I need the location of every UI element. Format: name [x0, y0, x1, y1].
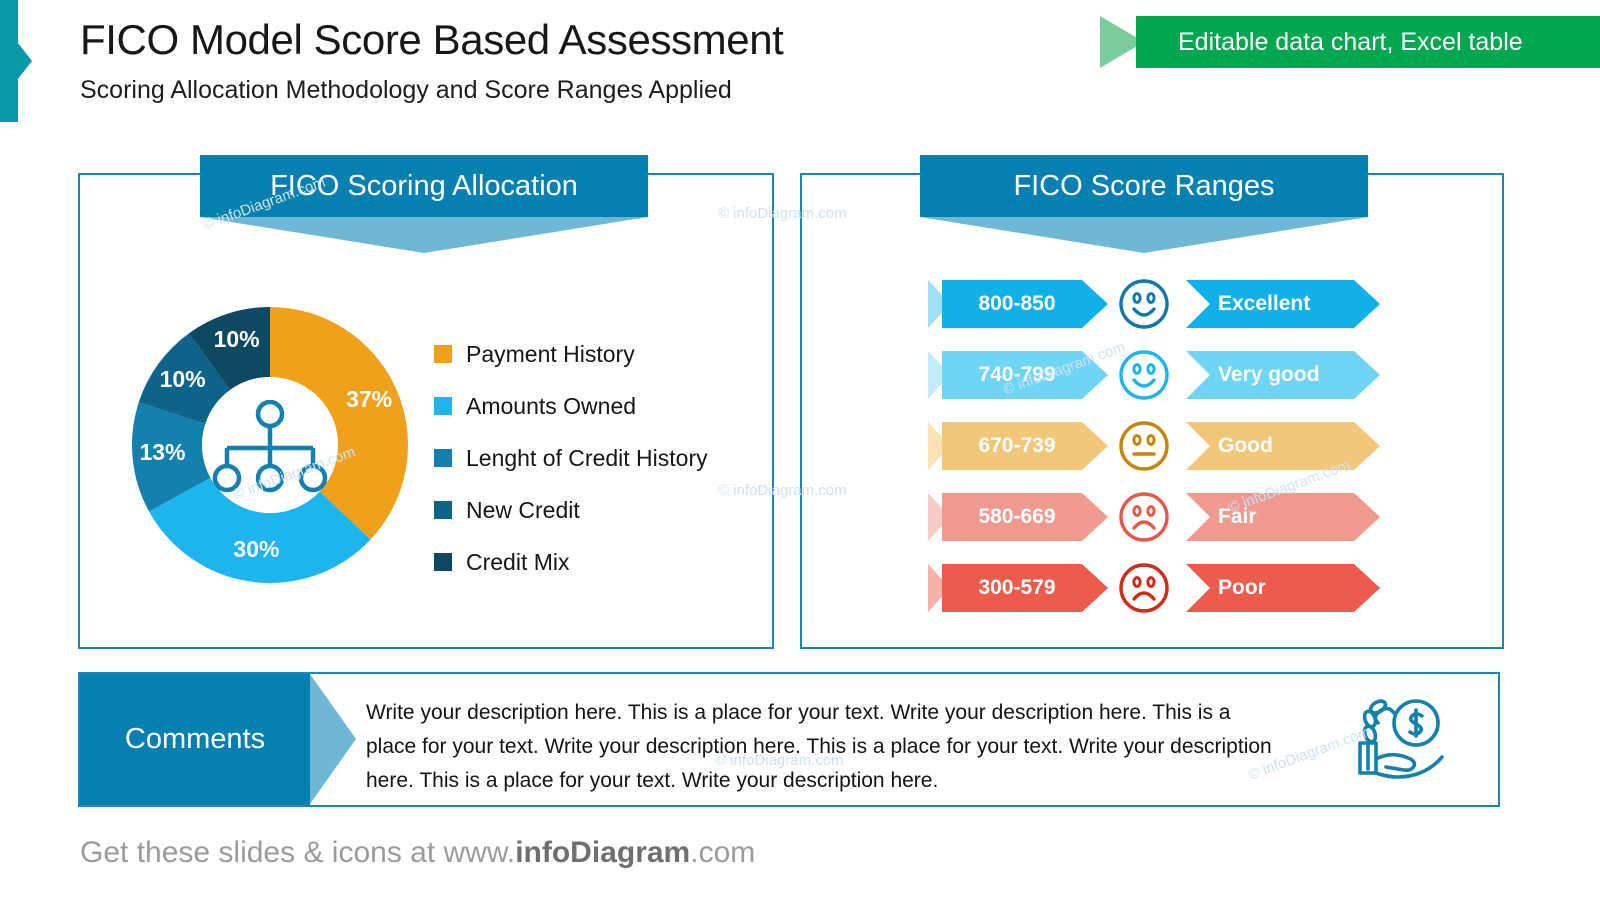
comments-label: Comments: [124, 723, 266, 755]
legend-swatch: [434, 449, 452, 467]
slide-root: FICO Model Score Based Assessment Scorin…: [0, 0, 1600, 900]
legend-swatch: [434, 397, 452, 415]
score-rating-label: Very good: [1218, 363, 1320, 386]
score-range-value: 580-669: [978, 505, 1056, 528]
score-range-value: 800-850: [978, 292, 1056, 315]
comments-text[interactable]: Write your description here. This is a p…: [366, 696, 1286, 798]
footer-prefix: Get these slides & icons at www.: [80, 836, 516, 869]
score-range-chevron: 670-739: [928, 422, 1108, 470]
score-range-chevron: 580-669: [928, 493, 1108, 541]
score-range-chevron: 800-850: [928, 280, 1108, 328]
scoring-allocation-header: FICO Scoring Allocation: [200, 155, 648, 253]
face-happy-icon: [1118, 278, 1170, 330]
footer-brand: infoDiagram: [515, 836, 691, 869]
legend-item: New Credit: [434, 484, 734, 536]
page-title: FICO Model Score Based Assessment: [80, 16, 784, 63]
scoring-allocation-header-label: FICO Scoring Allocation: [200, 155, 648, 217]
score-rating-label: Poor: [1218, 576, 1266, 599]
legend-item: Amounts Owned: [434, 380, 734, 432]
legend-swatch: [434, 553, 452, 571]
score-range-row: 670-739 Good: [928, 420, 1380, 472]
legend-label: Credit Mix: [466, 548, 570, 575]
legend-swatch: [434, 501, 452, 519]
score-range-value: 670-739: [978, 434, 1056, 457]
score-ranges-list: 800-850 Excellent 740-799 Very good 670-739 G…: [928, 278, 1380, 635]
legend-item: Credit Mix: [434, 536, 734, 588]
legend-item: Payment History: [434, 328, 734, 380]
legend-item: Lenght of Credit History: [434, 432, 734, 484]
score-range-row: 300-579 Poor: [928, 562, 1380, 614]
face-neutral-icon: [1118, 420, 1170, 472]
score-rating-label: Good: [1218, 434, 1273, 457]
fico-allocation-donut-chart: 37% 30% 13% 10% 10%: [130, 305, 410, 585]
face-happy-icon: [1118, 349, 1170, 401]
score-rating-chevron: Good: [1186, 422, 1380, 470]
legend-label: Amounts Owned: [466, 392, 637, 419]
score-rating-label: Excellent: [1218, 292, 1311, 315]
score-rating-chevron: Excellent: [1186, 280, 1380, 328]
score-rating-label: Fair: [1218, 505, 1257, 528]
editable-badge: Editable data chart, Excel table: [1100, 16, 1600, 68]
score-ranges-header-label: FICO Score Ranges: [920, 155, 1368, 217]
face-sad-icon: [1118, 491, 1170, 543]
face-sad-icon: [1118, 562, 1170, 614]
score-range-row: 580-669 Fair: [928, 491, 1380, 543]
legend-swatch: [434, 345, 452, 363]
legend-label: New Credit: [466, 496, 580, 523]
comments-arrow-icon: [310, 674, 356, 804]
footer-suffix: .com: [690, 836, 756, 869]
header-tail-triangle-icon: [920, 217, 1368, 253]
score-ranges-header: FICO Score Ranges: [920, 155, 1368, 253]
score-range-chevron: 300-579: [928, 564, 1108, 612]
donut-legend: Payment History Amounts Owned Lenght of Cr…: [434, 328, 734, 588]
badge-label: Editable data chart, Excel table: [1178, 27, 1523, 56]
hand-money-icon: [1358, 699, 1444, 779]
left-accent-point: [18, 43, 32, 79]
score-range-row: 800-850 Excellent: [928, 278, 1380, 330]
legend-label: Lenght of Credit History: [466, 444, 708, 471]
score-rating-chevron: Poor: [1186, 564, 1380, 612]
hierarchy-icon: [212, 400, 328, 493]
score-rating-chevron: Very good: [1186, 351, 1380, 399]
score-range-row: 740-799 Very good: [928, 349, 1380, 401]
legend-label: Payment History: [466, 340, 635, 367]
header-tail-triangle-icon: [200, 217, 648, 253]
score-range-chevron: 740-799: [928, 351, 1108, 399]
score-range-value: 300-579: [978, 576, 1056, 599]
footer-link[interactable]: Get these slides & icons at www.infoDiag…: [80, 836, 755, 870]
score-range-value: 740-799: [978, 363, 1056, 386]
score-rating-chevron: Fair: [1186, 493, 1380, 541]
left-accent-bar: [0, 0, 18, 122]
page-subtitle: Scoring Allocation Methodology and Score…: [80, 76, 732, 104]
